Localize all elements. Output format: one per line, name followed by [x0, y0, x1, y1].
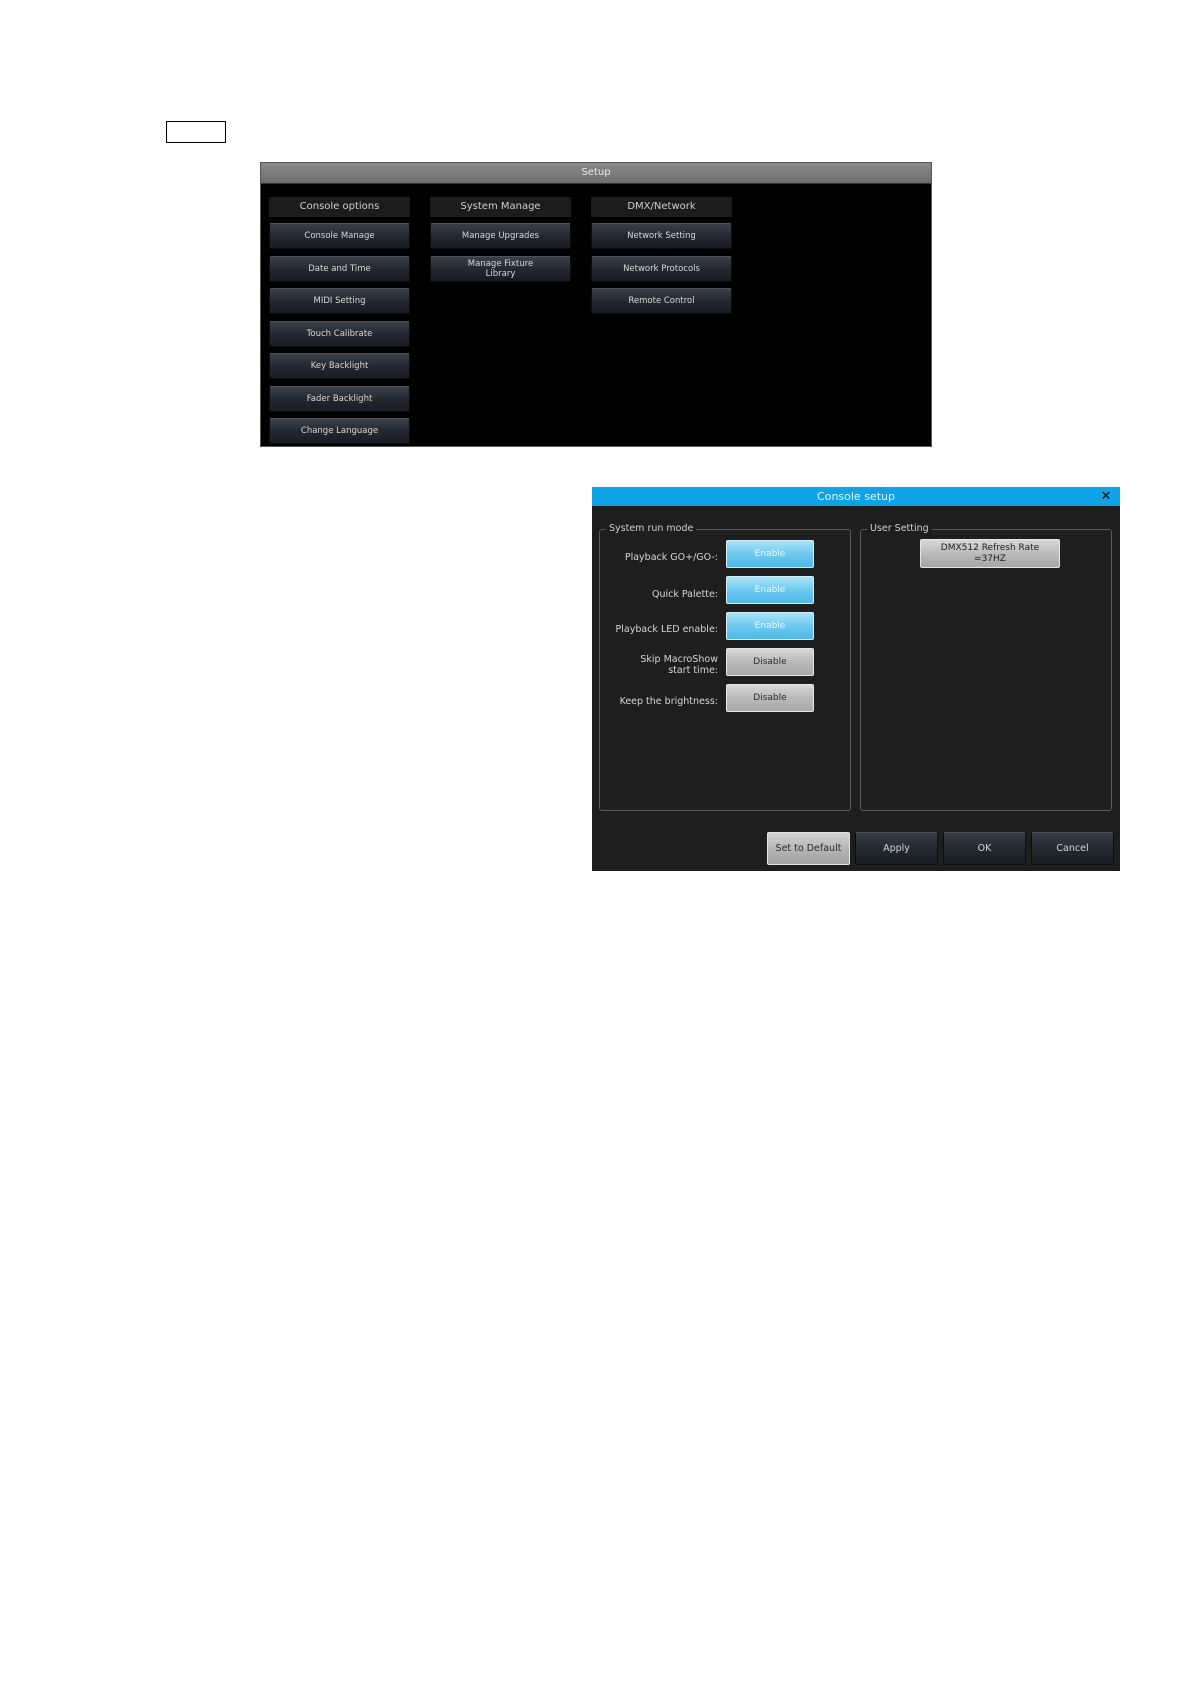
- dialog-title: Console setup: [817, 490, 895, 503]
- refresh-rate-line2: =37HZ: [974, 553, 1006, 564]
- user-setting-group: User Setting DMX512 Refresh Rate =37HZ: [860, 522, 1112, 811]
- network-setting-button[interactable]: Network Setting: [591, 223, 732, 249]
- touch-calibrate-button[interactable]: Touch Calibrate: [269, 320, 410, 347]
- console-options-column: Console options Console Manage Date and …: [269, 197, 410, 446]
- manage-fixture-library-button[interactable]: Manage Fixture Library: [430, 255, 571, 282]
- cancel-button[interactable]: Cancel: [1031, 832, 1114, 865]
- playback-go-toggle[interactable]: Enable: [726, 540, 814, 568]
- dmx-refresh-rate-button[interactable]: DMX512 Refresh Rate =37HZ: [920, 539, 1060, 568]
- ok-button[interactable]: OK: [943, 832, 1026, 865]
- refresh-rate-line1: DMX512 Refresh Rate: [940, 542, 1040, 553]
- manage-upgrades-button[interactable]: Manage Upgrades: [430, 223, 571, 249]
- date-and-time-button[interactable]: Date and Time: [269, 255, 410, 282]
- console-options-header: Console options: [269, 197, 410, 217]
- quick-palette-toggle[interactable]: Enable: [726, 576, 814, 604]
- change-language-button[interactable]: Change Language: [269, 418, 410, 444]
- dmx-network-header: DMX/Network: [591, 197, 732, 217]
- close-icon[interactable]: ✕: [1100, 487, 1112, 506]
- system-run-mode-label: System run mode: [606, 522, 697, 536]
- playback-led-label: Playback LED enable:: [615, 624, 718, 635]
- playback-led-toggle[interactable]: Enable: [726, 612, 814, 640]
- dmx-network-column: DMX/Network Network Setting Network Prot…: [591, 197, 732, 321]
- playback-go-label: Playback GO+/GO-:: [624, 552, 718, 563]
- dialog-title-bar: Console setup ✕: [592, 487, 1120, 506]
- skip-macroshow-toggle[interactable]: Disable: [726, 648, 814, 676]
- key-backlight-button[interactable]: Key Backlight: [269, 353, 410, 379]
- keep-brightness-toggle[interactable]: Disable: [726, 684, 814, 712]
- apply-button[interactable]: Apply: [855, 832, 938, 865]
- empty-label-box: [166, 121, 226, 143]
- user-setting-label: User Setting: [867, 522, 932, 536]
- quick-palette-label: Quick Palette:: [652, 589, 718, 600]
- setup-window: Setup Console options Console Manage Dat…: [260, 162, 932, 447]
- skip-macroshow-label: Skip MacroShow start time:: [640, 654, 718, 676]
- console-manage-button[interactable]: Console Manage: [269, 223, 410, 249]
- console-setup-dialog: Console setup ✕ System run mode Playback…: [592, 487, 1120, 871]
- system-run-mode-group: System run mode Playback GO+/GO-: Enable…: [599, 522, 851, 811]
- network-protocols-button[interactable]: Network Protocols: [591, 255, 732, 282]
- set-to-default-button[interactable]: Set to Default: [767, 832, 850, 865]
- remote-control-button[interactable]: Remote Control: [591, 288, 732, 314]
- setup-title: Setup: [261, 163, 931, 184]
- system-manage-header: System Manage: [430, 197, 571, 217]
- midi-setting-button[interactable]: MIDI Setting: [269, 288, 410, 314]
- keep-brightness-label: Keep the brightness:: [619, 696, 718, 707]
- fader-backlight-button[interactable]: Fader Backlight: [269, 385, 410, 412]
- system-manage-column: System Manage Manage Upgrades Manage Fix…: [430, 197, 571, 288]
